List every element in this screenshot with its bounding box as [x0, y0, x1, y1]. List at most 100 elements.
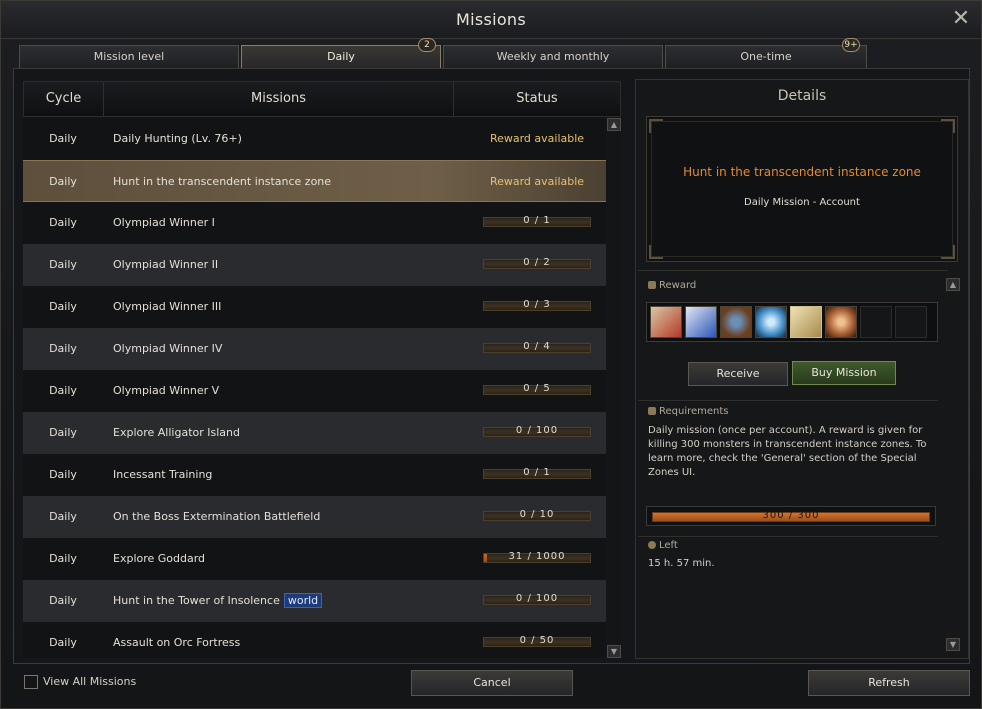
row-mission-name: Hunt in the transcendent instance zone: [113, 161, 331, 203]
row-cycle: Daily: [49, 132, 77, 145]
row-status: Reward available: [489, 175, 585, 188]
chest-icon[interactable]: [720, 306, 752, 338]
selected-mission-type: Daily Mission - Account: [744, 197, 860, 208]
table-row[interactable]: Daily Olympiad Winner V 0 / 5: [23, 370, 606, 412]
table-row[interactable]: Daily Olympiad Winner II 0 / 2: [23, 244, 606, 286]
table-row[interactable]: Daily Olympiad Winner IV 0 / 4: [23, 328, 606, 370]
row-progress-bar: 31 / 1000: [483, 551, 591, 563]
row-cycle: Daily: [49, 216, 77, 229]
requirements-text: Daily mission (once per account). A rewa…: [648, 425, 927, 478]
row-mission-name-text: Explore Goddard: [113, 552, 206, 565]
crystal-icon[interactable]: [755, 306, 787, 338]
left-label-text: Left: [659, 540, 678, 551]
tab-weekly-monthly[interactable]: Weekly and monthly: [443, 45, 663, 69]
row-progress-bar: 0 / 3: [483, 299, 591, 311]
table-row[interactable]: Daily On the Boss Extermination Battlefie…: [23, 496, 606, 538]
window-title: Missions: [455, 10, 527, 29]
row-progress-label: 0 / 100: [515, 593, 559, 604]
row-cycle: Daily: [49, 426, 77, 439]
row-progress-label: 0 / 1: [523, 467, 551, 478]
row-mission-name: Olympiad Winner IV: [113, 328, 222, 370]
tab-daily[interactable]: Daily 2: [241, 38, 441, 69]
parchment-icon[interactable]: [790, 306, 822, 338]
tab-one-time[interactable]: One-time 9+: [665, 38, 867, 69]
list-scrollbar[interactable]: ▲ ▼: [607, 118, 621, 658]
list-header: Cycle Missions Status: [23, 81, 621, 117]
row-cycle: Daily: [49, 636, 77, 649]
row-mission-name-text: Olympiad Winner V: [113, 384, 220, 397]
requirements-label-text: Requirements: [659, 406, 729, 417]
frame-corner: [941, 119, 955, 133]
scroll-blue-icon[interactable]: [685, 306, 717, 338]
frame-corner: [941, 245, 955, 259]
scroll-red-icon[interactable]: [650, 306, 682, 338]
table-row[interactable]: Daily Olympiad Winner I 0 / 1: [23, 202, 606, 244]
table-row[interactable]: Daily Explore Alligator Island 0 / 100: [23, 412, 606, 454]
close-icon[interactable]: ✕: [951, 8, 971, 30]
row-cycle: Daily: [49, 175, 77, 188]
row-cycle: Daily: [49, 258, 77, 271]
row-mission-name-text: Assault on Orc Fortress: [113, 636, 241, 649]
scroll-down-icon[interactable]: ▼: [607, 645, 621, 658]
tab-badge: 9+: [842, 38, 860, 52]
divider: [638, 270, 948, 271]
reward-slots: [646, 302, 938, 342]
row-cycle: Daily: [49, 468, 77, 481]
empty-slot: [895, 306, 927, 338]
row-progress-label: 0 / 4: [523, 341, 551, 352]
row-progress-bar: 0 / 1: [483, 467, 591, 479]
view-all-label: View All Missions: [43, 675, 137, 688]
row-progress-label: 0 / 100: [515, 425, 559, 436]
header-cycle: Cycle: [24, 82, 104, 116]
row-cycle: Daily: [49, 384, 77, 397]
row-mission-name: Hunt in the Tower of Insolence world: [113, 580, 323, 622]
selected-mission-title: Hunt in the transcendent instance zone: [683, 165, 921, 179]
table-row[interactable]: Daily Olympiad Winner III 0 / 3: [23, 286, 606, 328]
frame-corner: [649, 245, 663, 259]
reward-label: Reward: [648, 280, 696, 291]
divider: [638, 400, 938, 401]
view-all-checkbox[interactable]: [24, 675, 38, 689]
row-progress-label: 0 / 3: [523, 299, 551, 310]
row-progress-bar: 0 / 100: [483, 593, 591, 605]
details-scroll-down-icon[interactable]: ▼: [946, 638, 960, 651]
row-cycle: Daily: [49, 342, 77, 355]
tab-label: Mission level: [93, 50, 165, 63]
scroll-up-icon[interactable]: ▲: [607, 118, 621, 131]
row-mission-name-text: On the Boss Extermination Battlefield: [113, 510, 321, 523]
row-mission-name-text: Olympiad Winner III: [113, 300, 222, 313]
table-row[interactable]: Daily Hunt in the Tower of Insolence world…: [23, 580, 606, 622]
cancel-button[interactable]: Cancel: [411, 670, 573, 696]
row-mission-name-text: Olympiad Winner I: [113, 216, 215, 229]
row-progress-bar: 0 / 50: [483, 635, 591, 647]
row-progress-label: 0 / 2: [523, 257, 551, 268]
table-row[interactable]: Daily Daily Hunting (Lv. 76+) Reward avail…: [23, 118, 606, 160]
table-row[interactable]: Daily Incessant Training 0 / 1: [23, 454, 606, 496]
details-scroll-up-icon[interactable]: ▲: [946, 278, 960, 291]
mission-progress: 300 / 300: [646, 506, 936, 526]
tab-badge: 2: [418, 38, 436, 52]
row-mission-name: Olympiad Winner III: [113, 286, 221, 328]
table-row[interactable]: Daily Explore Goddard 31 / 1000: [23, 538, 606, 580]
row-mission-name-text: Hunt in the transcendent instance zone: [113, 175, 332, 188]
tab-label: Daily: [327, 50, 355, 63]
table-row[interactable]: Daily Assault on Orc Fortress 0 / 50: [23, 622, 606, 658]
reward-label-text: Reward: [659, 280, 697, 291]
row-progress-label: 0 / 5: [523, 383, 551, 394]
refresh-button[interactable]: Refresh: [808, 670, 970, 696]
emblem-icon[interactable]: [825, 306, 857, 338]
buy-mission-button[interactable]: Buy Mission: [792, 361, 896, 385]
tab-label: One-time: [740, 50, 792, 63]
row-progress-label: 31 / 1000: [508, 551, 566, 562]
receive-button[interactable]: Receive: [688, 362, 788, 386]
row-progress-label: 0 / 50: [519, 635, 555, 646]
table-row[interactable]: Daily Hunt in the transcendent instance z…: [23, 160, 606, 202]
row-progress-bar: 0 / 1: [483, 215, 591, 227]
tab-mission-level[interactable]: Mission level: [19, 45, 239, 69]
row-mission-name: Assault on Orc Fortress: [113, 622, 240, 658]
row-mission-name-text: Incessant Training: [113, 468, 213, 481]
row-mission-name: Olympiad Winner II: [113, 244, 218, 286]
row-progress-bar: 0 / 2: [483, 257, 591, 269]
row-cycle: Daily: [49, 552, 77, 565]
row-mission-name-text: Daily Hunting (Lv. 76+): [113, 132, 242, 145]
